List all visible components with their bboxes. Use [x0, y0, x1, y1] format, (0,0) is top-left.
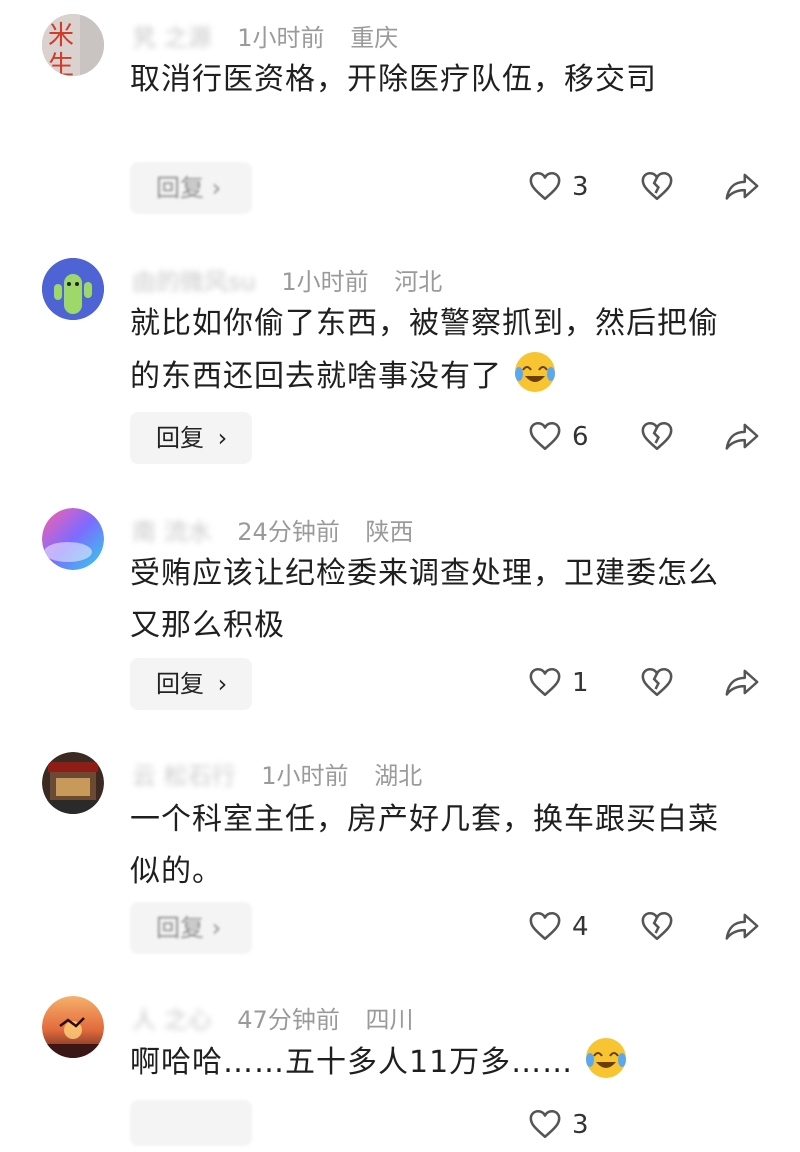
- broken-heart-icon[interactable]: [640, 170, 674, 202]
- comment-meta: 云 松石行 1小时前 湖北: [132, 756, 440, 791]
- comment-text: 取消行医资格，开除医疗队伍，移交司: [130, 62, 657, 97]
- reply-label: 回复: [156, 670, 204, 698]
- comment-text: 就比如你偷了东西，被警察抓到，然后把偷的东西还回去就啥事没有了: [130, 298, 740, 403]
- like-count: 4: [572, 912, 589, 942]
- comment-meta: 旯 之源 1小时前 重庆: [132, 18, 416, 53]
- location: 重庆: [350, 24, 399, 52]
- reply-button[interactable]: 回复 ›: [130, 658, 252, 710]
- like-count: 6: [572, 422, 589, 452]
- comment-actions: 6: [520, 412, 780, 464]
- username[interactable]: 旯 之源: [132, 24, 212, 52]
- laughing-crying-emoji: [514, 352, 555, 392]
- avatar[interactable]: [42, 996, 104, 1058]
- broken-heart-icon[interactable]: [640, 666, 674, 698]
- location: 河北: [394, 268, 443, 296]
- comment-actions: 1: [520, 658, 780, 710]
- timestamp: 1小时前: [281, 268, 369, 296]
- share-icon[interactable]: [724, 420, 760, 452]
- reply-button[interactable]: 回复 ›: [130, 902, 252, 954]
- heart-icon[interactable]: [528, 170, 562, 202]
- reply-button[interactable]: 回复 ›: [130, 162, 252, 214]
- comment-text-content: 就比如你偷了东西，被警察抓到，然后把偷的东西还回去就啥事没有了: [130, 306, 719, 394]
- share-icon[interactable]: [724, 666, 760, 698]
- svg-text:生: 生: [48, 51, 74, 76]
- comment-meta: 由的微风su 1小时前 河北: [132, 262, 460, 297]
- like-count: 3: [572, 172, 589, 202]
- reply-label: 回复: [156, 424, 204, 452]
- comment-actions: 4: [520, 902, 780, 954]
- username[interactable]: 由的微风su: [132, 268, 256, 296]
- avatar[interactable]: 米 生: [42, 14, 104, 76]
- comment-text: 受贿应该让纪检委来调查处理，卫建委怎么又那么积极: [130, 556, 719, 643]
- comment-actions: 3: [520, 1100, 780, 1152]
- timestamp: 47分钟前: [237, 1006, 340, 1034]
- like-count: 1: [572, 668, 589, 698]
- avatar[interactable]: [42, 508, 104, 570]
- laughing-crying-emoji: [585, 1038, 626, 1078]
- reply-button[interactable]: 回复 ›: [130, 412, 252, 464]
- username[interactable]: 云 松石行: [132, 762, 236, 790]
- comment-text: 一个科室主任，房产好几套，换车跟买白菜似的。: [130, 802, 719, 889]
- chevron-right-icon: ›: [217, 424, 228, 452]
- comment-text: 啊哈哈……五十多人11万多……: [130, 1036, 740, 1089]
- location: 四川: [365, 1006, 414, 1034]
- comment-meta: 南 流水 24分钟前 陕西: [132, 512, 431, 547]
- comment-meta: 人 之心 47分钟前 四川: [132, 1000, 431, 1035]
- location: 陕西: [365, 518, 414, 546]
- username[interactable]: 南 流水: [132, 518, 212, 546]
- like-count: 3: [572, 1110, 589, 1140]
- broken-heart-icon[interactable]: [640, 420, 674, 452]
- comment-actions: 3: [520, 162, 780, 214]
- share-icon[interactable]: [724, 170, 760, 202]
- timestamp: 1小时前: [261, 762, 349, 790]
- avatar[interactable]: [42, 258, 104, 320]
- broken-heart-icon[interactable]: [640, 910, 674, 942]
- timestamp: 24分钟前: [237, 518, 340, 546]
- comment-text-content: 啊哈哈……五十多人11万多……: [130, 1045, 574, 1080]
- share-icon[interactable]: [724, 910, 760, 942]
- svg-text:米: 米: [48, 21, 74, 51]
- avatar[interactable]: [42, 752, 104, 814]
- heart-icon[interactable]: [528, 1108, 562, 1140]
- location: 湖北: [374, 762, 423, 790]
- reply-button[interactable]: [130, 1100, 252, 1146]
- chevron-right-icon: ›: [217, 670, 228, 698]
- heart-icon[interactable]: [528, 910, 562, 942]
- username[interactable]: 人 之心: [132, 1006, 212, 1034]
- heart-icon[interactable]: [528, 666, 562, 698]
- heart-icon[interactable]: [528, 420, 562, 452]
- timestamp: 1小时前: [237, 24, 325, 52]
